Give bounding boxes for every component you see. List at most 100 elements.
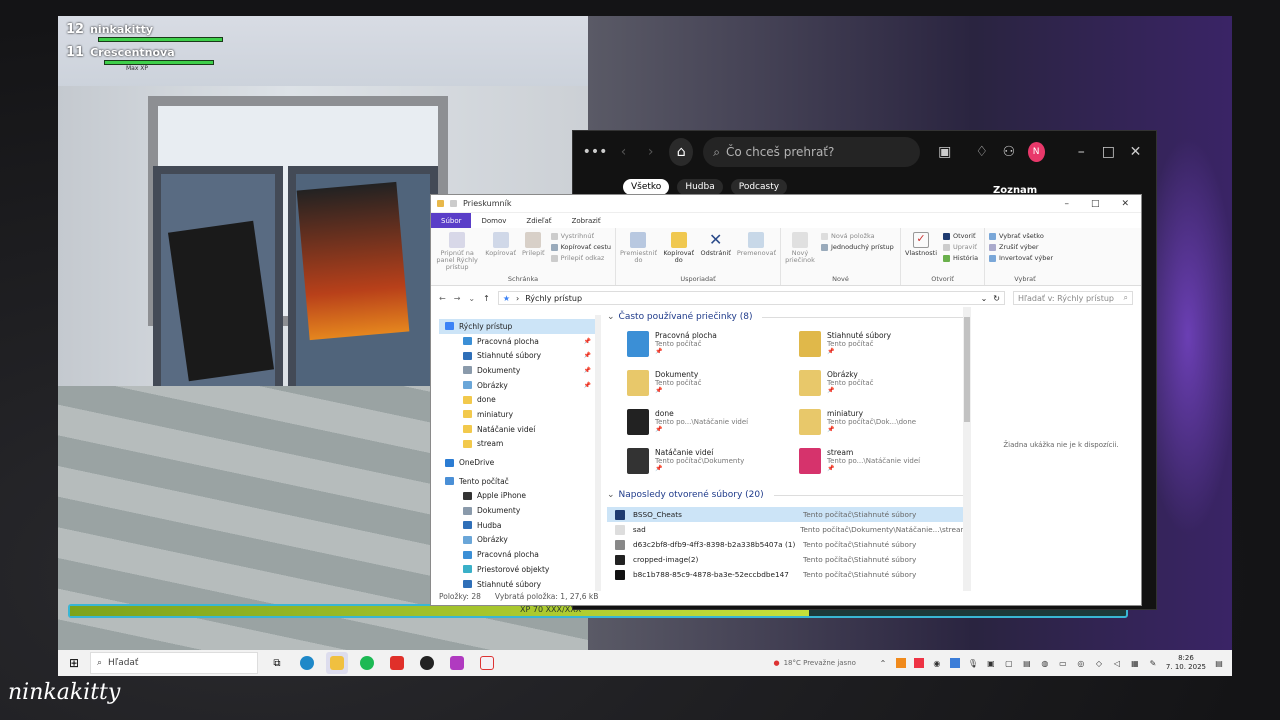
chip-all[interactable]: Všetko (623, 179, 670, 195)
steam-icon[interactable]: ◉ (932, 658, 942, 668)
select-all-button[interactable]: Vybrať všetko (989, 232, 1053, 240)
friends-icon[interactable]: ⚇ (1000, 142, 1017, 162)
taskbar-search-input[interactable]: ⌕ Hľadať (90, 652, 258, 674)
pin-quick-access-button[interactable]: Pripnúť na panel Rýchly prístup (435, 232, 479, 271)
home-icon[interactable]: ⌂ (669, 138, 694, 166)
close-icon[interactable]: ✕ (1121, 199, 1129, 209)
task-view-icon[interactable]: ⧉ (266, 652, 288, 674)
recent-file-row[interactable]: cropped-image(2) Tento počítač\Stiahnuté … (607, 552, 965, 567)
nav-item[interactable]: OneDrive (439, 455, 599, 470)
maximize-icon[interactable]: □ (1091, 199, 1100, 209)
recent-file-row[interactable]: sad Tento počítač\Dokumenty\Natáčanie...\… (607, 522, 965, 537)
chip-music[interactable]: Hudba (677, 179, 723, 195)
more-icon[interactable]: ••• (583, 142, 608, 162)
network-icon[interactable]: ▦ (1130, 658, 1140, 668)
security-icon[interactable]: ◎ (1076, 658, 1086, 668)
nav-item[interactable]: Dokumenty (439, 503, 599, 518)
tab-share[interactable]: Zdieľať (516, 213, 561, 228)
select-none-button[interactable]: Zrušiť výber (989, 243, 1053, 251)
new-folder-button[interactable]: Nový priečinok (785, 232, 815, 264)
chevron-down-icon[interactable]: ⌄ (981, 294, 988, 303)
spotify-search-input[interactable]: ⌕ Čo chceš prehrať? (703, 137, 921, 167)
up-arrow-icon[interactable]: ↑ (483, 294, 490, 303)
tray-app-icon[interactable] (895, 658, 906, 668)
tab-file[interactable]: Súbor (431, 213, 472, 228)
frequent-folder-tile[interactable]: Dokumenty Tento počítač 📌 (627, 370, 793, 405)
wps-icon[interactable] (386, 652, 408, 674)
avatar[interactable]: N (1027, 142, 1045, 162)
scrollbar-thumb[interactable] (964, 317, 970, 422)
forward-arrow-icon[interactable]: → (454, 294, 461, 303)
nav-item[interactable]: Obrázky 📌 (439, 378, 599, 393)
cut-button[interactable]: Vystrihnúť (550, 232, 611, 240)
edge-icon[interactable] (296, 652, 318, 674)
frequent-folder-tile[interactable]: stream Tento po...\Natáčanie videí 📌 (799, 448, 965, 483)
controller-icon[interactable]: ◍ (1040, 658, 1050, 668)
tab-view[interactable]: Zobraziť (562, 213, 611, 228)
nav-item[interactable]: Pracovná plocha 📌 (439, 334, 599, 349)
maximize-icon[interactable]: □ (1100, 142, 1117, 162)
frequent-folder-tile[interactable]: Stiahnuté súbory Tento počítač 📌 (799, 331, 965, 366)
microphone-icon[interactable]: 🎙 (968, 658, 978, 668)
notifications-icon[interactable]: ▤ (1214, 658, 1224, 668)
frequent-folder-tile[interactable]: Natáčanie videí Tento počítač\Dokumenty 📌 (627, 448, 793, 483)
nav-item[interactable]: Hudba (439, 518, 599, 533)
tray-app-icon[interactable] (949, 658, 960, 668)
history-button[interactable]: História (943, 254, 978, 262)
new-item-button[interactable]: Nová položka (821, 232, 894, 240)
nav-item[interactable]: Priestorové objekty (439, 562, 599, 577)
frequent-folder-tile[interactable]: Pracovná plocha Tento počítač 📌 (627, 331, 793, 366)
nav-item[interactable]: Stiahnuté súbory 📌 (439, 348, 599, 363)
obs-icon[interactable] (446, 652, 468, 674)
history-dropdown-icon[interactable]: ⌄ (468, 294, 475, 303)
tray-app-icon[interactable] (913, 658, 924, 668)
nav-item[interactable]: stream (439, 437, 599, 452)
minimize-icon[interactable]: – (1073, 142, 1090, 162)
rename-button[interactable]: Premenovať (737, 232, 776, 257)
easy-access-button[interactable]: Jednoduchý prístup (821, 243, 894, 251)
spotify-icon[interactable] (356, 652, 378, 674)
frequent-folder-tile[interactable]: done Tento po...\Natáčanie videí 📌 (627, 409, 793, 444)
delete-button[interactable]: ✕ Odstrániť (701, 232, 731, 257)
paste-button[interactable]: Prilepiť (522, 232, 545, 257)
paste-shortcut-button[interactable]: Prilepiť odkaz (550, 254, 611, 262)
nav-item[interactable]: Rýchly prístup (439, 319, 599, 334)
file-explorer-window[interactable]: Prieskumník – □ ✕ Súbor Domov Zdieľať Zo… (430, 194, 1142, 606)
capcut-icon[interactable] (416, 652, 438, 674)
windows-start-icon[interactable]: ⊞ (66, 655, 82, 671)
frequent-folders-header[interactable]: ⌄ Často používané priečinky (8) (607, 309, 965, 325)
tray-app-icon[interactable]: ◇ (1094, 658, 1104, 668)
nav-item[interactable]: Obrázky (439, 533, 599, 548)
copy-to-button[interactable]: Kopírovať do (663, 232, 695, 264)
recent-file-row[interactable]: d63c2bf8-dfb9-4ff3-8398-b2a338b5407a (1)… (607, 537, 965, 552)
forward-icon[interactable]: › (642, 142, 659, 162)
nav-item[interactable]: Natáčanie videí (439, 422, 599, 437)
close-icon[interactable]: ✕ (1127, 142, 1144, 162)
back-arrow-icon[interactable]: ← (439, 294, 446, 303)
tray-app-icon[interactable]: ▢ (1004, 658, 1014, 668)
app-icon[interactable] (476, 652, 498, 674)
address-bar[interactable]: ★ › Rýchly prístup ⌄ ↻ (497, 291, 1005, 305)
nav-item[interactable]: Pracovná plocha (439, 547, 599, 562)
nav-item[interactable]: Dokumenty 📌 (439, 363, 599, 378)
nav-item[interactable]: miniatury (439, 407, 599, 422)
properties-button[interactable]: ✓ Vlastnosti (905, 232, 937, 257)
frequent-folder-tile[interactable]: Obrázky Tento počítač 📌 (799, 370, 965, 405)
recent-file-row[interactable]: BSSO_Cheats Tento počítač\Stiahnuté súbor… (607, 507, 965, 522)
recent-file-row[interactable]: b8c1b788-85c9-4878-ba3e-52eccbdbe147 Tent… (607, 567, 965, 582)
tray-app-icon[interactable]: ▣ (986, 658, 996, 668)
taskbar-clock[interactable]: 8:26 7. 10. 2025 (1166, 654, 1206, 672)
nav-item[interactable]: done (439, 392, 599, 407)
bell-icon[interactable]: ♢ (973, 142, 990, 162)
weather-widget[interactable]: ● 18°C Prevažne jasno (773, 659, 855, 667)
battery-icon[interactable]: ▭ (1058, 658, 1068, 668)
tray-app-icon[interactable]: ▤ (1022, 658, 1032, 668)
content-scrollbar[interactable] (963, 307, 971, 591)
quick-access-toolbar-icon[interactable] (450, 200, 457, 207)
chip-podcasts[interactable]: Podcasty (730, 179, 788, 195)
recent-files-header[interactable]: ⌄ Naposledy otvorené súbory (20) (607, 487, 965, 503)
chevron-up-icon[interactable]: ⌃ (878, 658, 888, 668)
open-button[interactable]: Otvoriť (943, 232, 978, 240)
copy-path-button[interactable]: Kopírovať cestu (550, 243, 611, 251)
minimize-icon[interactable]: – (1064, 199, 1069, 209)
